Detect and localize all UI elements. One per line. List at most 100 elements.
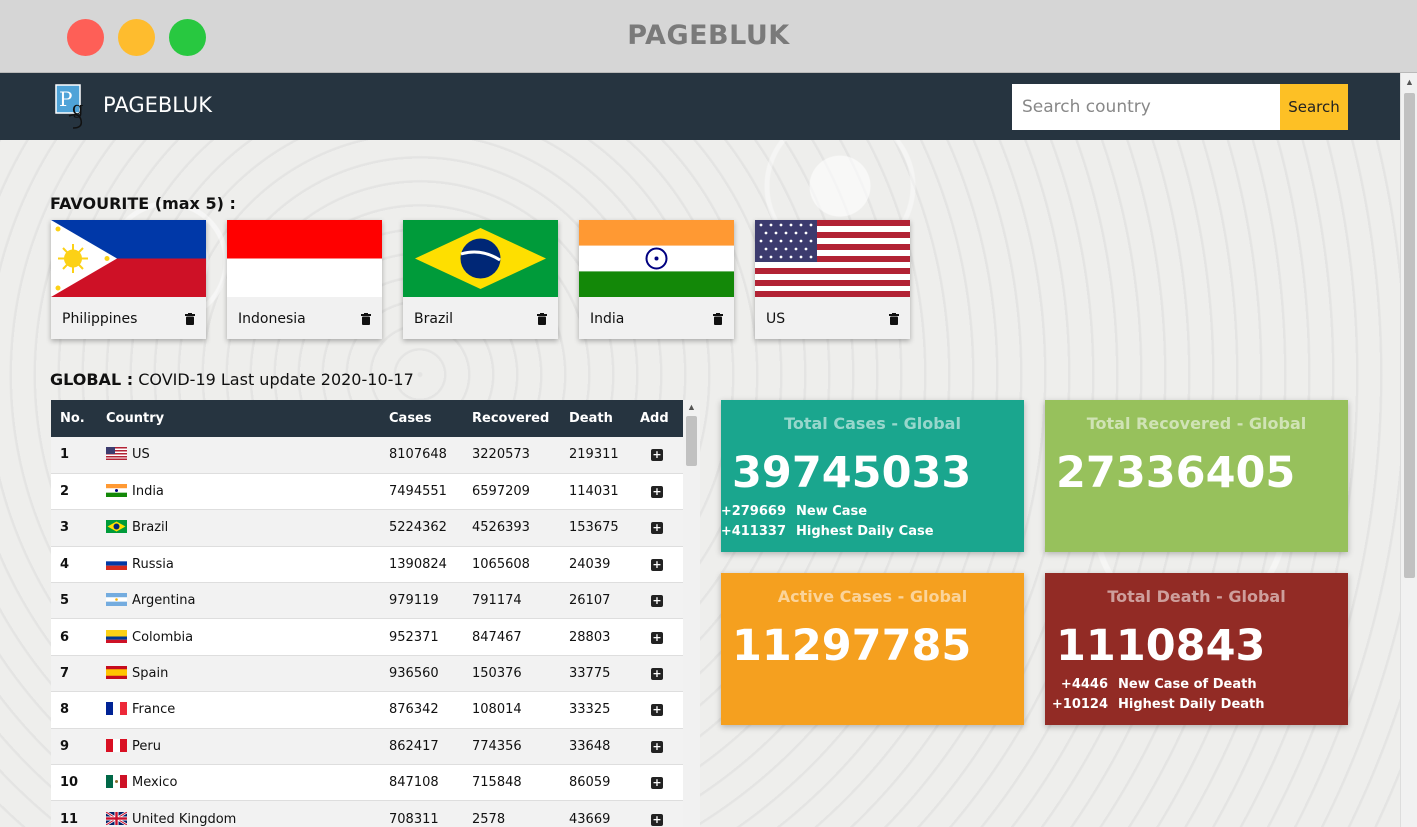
country-name[interactable]: Argentina: [132, 593, 195, 608]
scroll-up-icon[interactable]: ▲: [1405, 77, 1414, 87]
header-add: Add: [640, 411, 669, 426]
table-scroll-thumb[interactable]: [686, 416, 697, 466]
navbar: P g PAGEBLUK Search: [0, 73, 1400, 140]
cases-value: 862417: [389, 738, 439, 754]
mexico-flag-icon: [106, 775, 127, 789]
favourite-card-philippines[interactable]: Philippines: [51, 220, 206, 339]
header-recovered: Recovered: [472, 411, 550, 426]
highest-daily-case-label: Highest Daily Case: [796, 524, 934, 539]
page-viewport: P g PAGEBLUK Search FAVOURITE (max 5) : …: [0, 73, 1400, 827]
brand-logo-icon[interactable]: P g: [55, 84, 95, 130]
add-favourite-icon[interactable]: +: [651, 813, 663, 826]
recovered-value: 4526393: [472, 520, 530, 536]
country-name[interactable]: Russia: [132, 557, 174, 572]
add-favourite-icon[interactable]: +: [651, 522, 663, 535]
favourite-card-indonesia[interactable]: Indonesia: [227, 220, 382, 339]
cases-value: 1390824: [389, 556, 447, 572]
total-recovered-value: 27336405: [1056, 448, 1296, 498]
cases-value: 708311: [389, 811, 439, 827]
country-table[interactable]: No. Country Cases Recovered Death Add 1 …: [51, 400, 700, 827]
trash-icon[interactable]: [889, 313, 899, 325]
row-number: 2: [60, 484, 70, 500]
highest-daily-case-value: +411337: [720, 524, 786, 539]
table-scrollbar[interactable]: ▲: [683, 400, 700, 827]
death-value: 33648: [569, 738, 611, 754]
page-scrollbar[interactable]: ▲: [1400, 73, 1417, 827]
add-favourite-icon[interactable]: +: [651, 558, 663, 571]
scroll-up-icon[interactable]: ▲: [687, 402, 696, 412]
country-name[interactable]: Peru: [132, 739, 161, 754]
add-favourite-icon[interactable]: +: [651, 704, 663, 717]
total-death-value: 1110843: [1056, 621, 1266, 671]
add-favourite-icon[interactable]: +: [651, 631, 663, 644]
search-button[interactable]: Search: [1280, 84, 1348, 130]
death-value: 28803: [569, 629, 611, 645]
trash-icon[interactable]: [713, 313, 723, 325]
us-flag-icon: [755, 220, 910, 297]
global-subtitle: COVID-19 Last update 2020-10-17: [138, 370, 414, 389]
trash-icon[interactable]: [185, 313, 195, 325]
new-death-value: +4446: [1060, 677, 1108, 692]
add-favourite-icon[interactable]: +: [651, 668, 663, 681]
country-name[interactable]: US: [132, 447, 150, 462]
death-value: 26107: [569, 593, 611, 609]
country-name[interactable]: United Kingdom: [132, 812, 236, 827]
death-value: 86059: [569, 775, 611, 791]
cases-value: 936560: [389, 666, 439, 682]
death-value: 33325: [569, 702, 611, 718]
active-cases-value: 11297785: [732, 621, 972, 671]
country-name[interactable]: India: [132, 484, 164, 499]
recovered-value: 6597209: [472, 484, 530, 500]
death-value: 33775: [569, 666, 611, 682]
header-country: Country: [106, 411, 165, 426]
page-scroll-thumb[interactable]: [1404, 93, 1415, 578]
country-name[interactable]: Spain: [132, 666, 168, 681]
search-input[interactable]: [1012, 84, 1280, 130]
add-favourite-icon[interactable]: +: [651, 486, 663, 499]
table-row: 3 Brazil 5224362 4526393 153675 +: [51, 509, 683, 547]
total-cases-card: Total Cases - Global 39745033 +279669 New…: [721, 400, 1024, 552]
france-flag-icon: [106, 702, 127, 716]
favourite-name: Philippines: [62, 311, 138, 327]
country-name[interactable]: Mexico: [132, 775, 177, 790]
global-heading: GLOBAL : COVID-19 Last update 2020-10-17: [50, 370, 414, 389]
row-number: 4: [60, 556, 70, 572]
argentina-flag-icon: [106, 593, 127, 607]
add-favourite-icon[interactable]: +: [651, 595, 663, 608]
row-number: 3: [60, 520, 70, 536]
favourite-card-us[interactable]: US: [755, 220, 910, 339]
window-titlebar: PAGEBLUK: [0, 0, 1417, 73]
cases-value: 979119: [389, 593, 439, 609]
total-death-card: Total Death - Global 1110843 +4446 New Ca…: [1045, 573, 1348, 725]
trash-icon[interactable]: [361, 313, 371, 325]
row-number: 8: [60, 702, 70, 718]
favourite-card-india[interactable]: India: [579, 220, 734, 339]
active-cases-card: Active Cases - Global 11297785: [721, 573, 1024, 725]
active-cases-title: Active Cases - Global: [777, 587, 968, 606]
spain-flag-icon: [106, 666, 127, 680]
header-death: Death: [569, 411, 613, 426]
russia-flag-icon: [106, 556, 127, 570]
death-value: 114031: [569, 484, 619, 500]
country-name[interactable]: Colombia: [132, 630, 193, 645]
death-value: 153675: [569, 520, 619, 536]
highest-daily-death-line: +10124 Highest Daily Death: [1038, 697, 1265, 712]
table-row: 8 France 876342 108014 33325 +: [51, 691, 683, 729]
add-favourite-icon[interactable]: +: [651, 777, 663, 790]
country-name[interactable]: France: [132, 702, 175, 717]
global-label: GLOBAL :: [50, 370, 134, 389]
header-no: No.: [60, 411, 85, 426]
new-case-line: +279669 New Case: [716, 504, 867, 519]
add-favourite-icon[interactable]: +: [651, 449, 663, 462]
trash-icon[interactable]: [537, 313, 547, 325]
table-row: 5 Argentina 979119 791174 26107 +: [51, 582, 683, 619]
indonesia-flag-icon: [227, 220, 382, 297]
svg-text:P: P: [59, 87, 72, 111]
add-favourite-icon[interactable]: +: [651, 740, 663, 753]
favourite-card-brazil[interactable]: Brazil: [403, 220, 558, 339]
country-name[interactable]: Brazil: [132, 520, 168, 535]
table-row: 10 Mexico 847108 715848 86059 +: [51, 764, 683, 801]
brand-name[interactable]: PAGEBLUK: [103, 93, 212, 117]
new-death-label: New Case of Death: [1118, 677, 1257, 692]
cases-value: 7494551: [389, 484, 447, 500]
